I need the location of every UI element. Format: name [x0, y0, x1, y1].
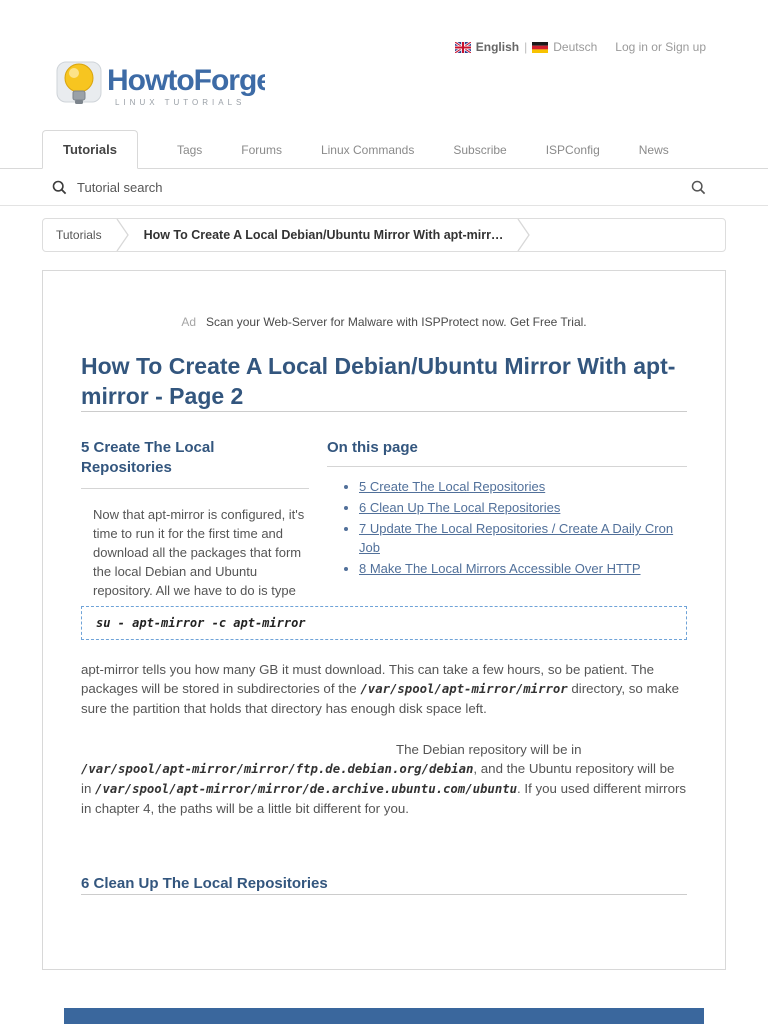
- nav-link-forums[interactable]: Forums: [241, 132, 282, 168]
- search-bar: [0, 169, 768, 206]
- language-switcher: English | Deutsch: [454, 40, 597, 54]
- search-submit-icon[interactable]: [691, 180, 706, 195]
- nav-link-ispconfig[interactable]: ISPConfig: [546, 132, 600, 168]
- search-icon: [52, 180, 67, 195]
- german-flag-icon: [532, 41, 549, 53]
- ad-text[interactable]: Scan your Web-Server for Malware with IS…: [206, 315, 587, 329]
- toc-divider: [327, 466, 687, 467]
- nav-tab-tutorials[interactable]: Tutorials: [42, 130, 138, 169]
- logo-wordmark: HowtoForge: [107, 64, 265, 97]
- title-divider: [81, 411, 687, 412]
- two-column-section: 5 Create The Local Repositories Now that…: [81, 438, 687, 600]
- article-card: Ad Scan your Web-Server for Malware with …: [42, 270, 726, 970]
- breadcrumb: Tutorials How To Create A Local Debian/U…: [42, 218, 726, 252]
- section6-divider: [81, 894, 687, 895]
- paragraph-repo-paths: The Debian repository will be in /var/sp…: [81, 740, 687, 818]
- breadcrumb-tutorials[interactable]: Tutorials: [43, 228, 115, 242]
- toc-link-section5[interactable]: 5 Create The Local Repositories: [359, 479, 545, 494]
- section5-column: 5 Create The Local Repositories Now that…: [81, 438, 309, 600]
- howtoforge-logo[interactable]: HowtoForge LINUX TUTORIALS: [55, 52, 274, 114]
- toc-item: 7 Update The Local Repositories / Create…: [359, 519, 687, 557]
- toc-item: 6 Clean Up The Local Repositories: [359, 498, 687, 517]
- language-deutsch-link[interactable]: Deutsch: [553, 40, 597, 54]
- toc-link-section8[interactable]: 8 Make The Local Mirrors Accessible Over…: [359, 561, 641, 576]
- toc-item: 5 Create The Local Repositories: [359, 477, 687, 496]
- topbar: English | Deutsch Log in or Sign up: [454, 40, 706, 54]
- code-block-command: su - apt-mirror -c apt-mirror: [81, 606, 687, 640]
- language-separator: |: [524, 40, 528, 54]
- main-nav: Tutorials Tags Forums Linux Commands Sub…: [0, 130, 768, 169]
- on-this-page-column: On this page 5 Create The Local Reposito…: [327, 438, 687, 600]
- language-english-link[interactable]: English: [476, 40, 519, 54]
- ad-banner[interactable]: Ad Scan your Web-Server for Malware with …: [81, 315, 687, 329]
- login-signup-link[interactable]: Log in or Sign up: [615, 40, 706, 54]
- section5-divider: [81, 488, 309, 489]
- inline-path-mirror-dir: /var/spool/apt-mirror/mirror: [360, 682, 568, 696]
- toc-heading: On this page: [327, 439, 418, 456]
- nav-link-subscribe[interactable]: Subscribe: [453, 132, 506, 168]
- breadcrumb-chevron-icon: [115, 219, 131, 251]
- ad-label: Ad: [181, 315, 197, 329]
- breadcrumb-chevron-icon: [516, 219, 532, 251]
- inline-path-debian-repo: /var/spool/apt-mirror/mirror/ftp.de.debi…: [81, 762, 474, 776]
- inline-path-ubuntu-repo: /var/spool/apt-mirror/mirror/de.archive.…: [95, 782, 518, 796]
- section5-heading: 5 Create The Local Repositories: [81, 439, 215, 476]
- toc-link-section6[interactable]: 6 Clean Up The Local Repositories: [359, 500, 560, 515]
- section6-heading: 6 Clean Up The Local Repositories: [81, 875, 328, 892]
- nav-link-tags[interactable]: Tags: [177, 132, 202, 168]
- site-header: HowtoForge LINUX TUTORIALS: [0, 0, 768, 118]
- uk-flag-icon: [454, 40, 472, 54]
- paragraph-text: The Debian repository will be in: [396, 742, 582, 757]
- search-input[interactable]: [77, 179, 691, 195]
- toc-link-section7[interactable]: 7 Update The Local Repositories / Create…: [359, 521, 673, 555]
- nav-link-linux-commands[interactable]: Linux Commands: [321, 132, 414, 168]
- toc-item: 8 Make The Local Mirrors Accessible Over…: [359, 559, 687, 578]
- footer-bar: [64, 1008, 704, 1024]
- toc-list: 5 Create The Local Repositories 6 Clean …: [359, 477, 687, 578]
- paragraph-download-size: apt-mirror tells you how many GB it must…: [81, 660, 687, 718]
- page-title: How To Create A Local Debian/Ubuntu Mirr…: [81, 353, 676, 409]
- breadcrumb-current-page: How To Create A Local Debian/Ubuntu Mirr…: [143, 228, 504, 242]
- logo-tagline: LINUX TUTORIALS: [115, 98, 245, 107]
- nav-link-news[interactable]: News: [639, 132, 669, 168]
- section5-intro: Now that apt-mirror is configured, it's …: [93, 507, 305, 598]
